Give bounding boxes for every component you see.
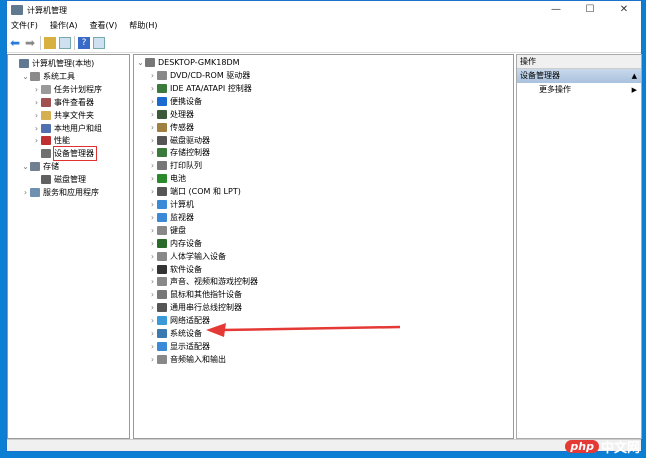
arrow-head (206, 323, 226, 337)
annotation-arrow (206, 323, 401, 337)
php-watermark: php 中文网 (565, 437, 640, 456)
watermark-php: php (565, 440, 599, 453)
arrow-shaft (221, 325, 401, 332)
watermark-cn: 中文网 (600, 441, 640, 456)
